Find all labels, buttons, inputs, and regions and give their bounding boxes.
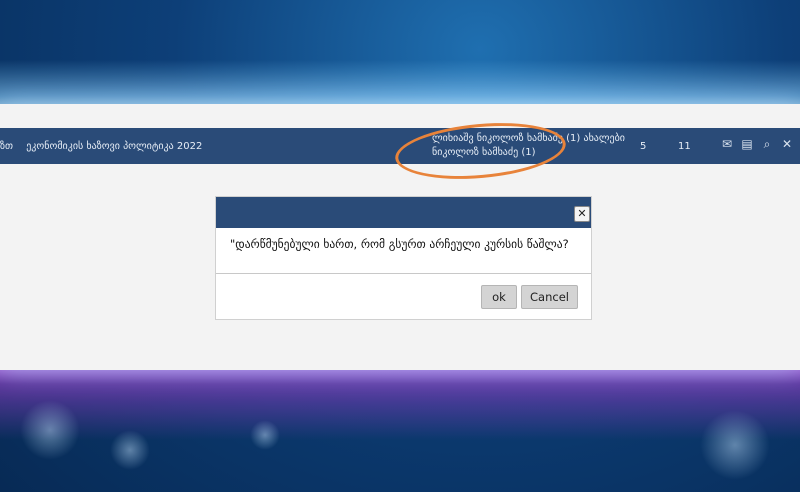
counter-2[interactable]: 11 [678,141,691,152]
search-icon[interactable]: ⌕ [760,137,774,151]
background-glow-bottom [0,360,800,440]
background-sparkle [110,430,150,470]
print-icon[interactable]: ▤ [740,137,754,151]
confirm-dialog: ✕ "დარწმუნებული ხართ, რომ გსურთ არჩეული … [215,196,592,320]
dialog-titlebar: ✕ [216,197,591,228]
ok-button[interactable]: ok [481,285,517,309]
background-sparkle [20,400,80,460]
cancel-button[interactable]: Cancel [521,285,578,309]
course-title[interactable]: ეკონომიკის ხაზოვი პოლიტიკა 2022 [26,141,202,152]
course-title-area: ზთ ეკონომიკის ხაზოვი პოლიტიკა 2022 [0,141,202,152]
counter-1[interactable]: 5 [640,141,646,152]
dialog-message: "დარწმუნებული ხართ, რომ გსურთ არჩეული კუ… [230,237,569,251]
toolbar-icons: ✉ ▤ ⌕ ✕ [720,137,794,151]
background-sparkle [700,410,770,480]
background-sparkle [250,420,280,450]
dialog-close-button[interactable]: ✕ [574,206,590,222]
dialog-divider [216,273,591,274]
nav-prefix[interactable]: ზთ [0,141,13,152]
mail-icon[interactable]: ✉ [720,137,734,151]
close-icon[interactable]: ✕ [780,137,794,151]
